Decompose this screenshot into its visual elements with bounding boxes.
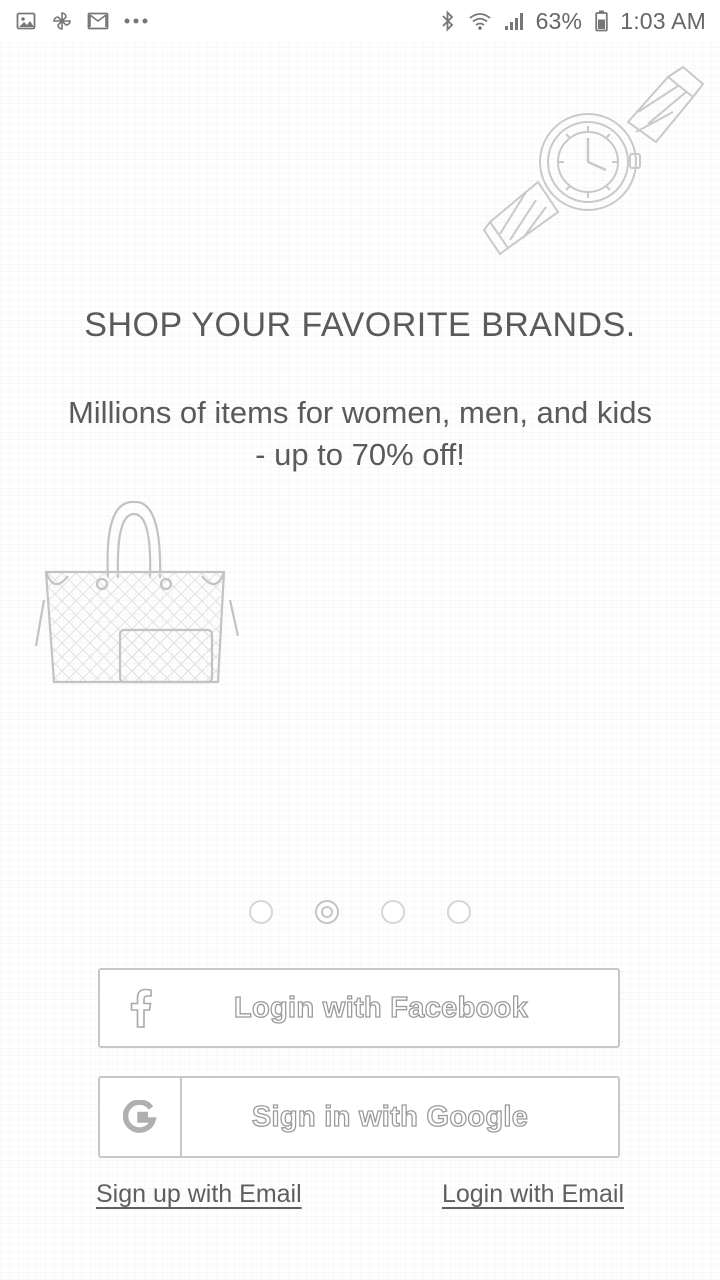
wifi-icon <box>468 9 492 33</box>
more-dots-icon <box>122 9 150 33</box>
pinwheel-icon <box>50 9 74 33</box>
email-links: Sign up with Email Login with Email <box>96 1180 624 1209</box>
headline: SHOP YOUR FAVORITE BRANDS. <box>84 306 636 344</box>
google-icon <box>100 1078 182 1156</box>
mail-icon <box>86 9 110 33</box>
onboarding-screen: 63% 1:03 AM SHOP YOUR FAVORITE BRANDS. M… <box>0 0 720 1280</box>
signal-icon <box>504 9 524 33</box>
handbag-illustration <box>34 496 246 692</box>
bluetooth-icon <box>440 9 456 33</box>
status-left <box>14 9 150 33</box>
page-dot-3[interactable] <box>381 900 405 924</box>
status-bar: 63% 1:03 AM <box>0 0 720 42</box>
facebook-icon <box>100 970 182 1046</box>
facebook-button-label: Login with Facebook <box>233 991 529 1024</box>
sign-in-with-google-button[interactable]: Sign in with Google <box>98 1076 620 1158</box>
sign-up-with-email-link[interactable]: Sign up with Email <box>96 1180 302 1209</box>
page-dot-4[interactable] <box>447 900 471 924</box>
status-right: 63% 1:03 AM <box>440 8 706 35</box>
google-button-label: Sign in with Google <box>251 1100 529 1133</box>
login-with-facebook-button[interactable]: Login with Facebook <box>98 968 620 1048</box>
page-indicator <box>0 900 720 924</box>
clock: 1:03 AM <box>620 7 706 34</box>
battery-percent: 63% <box>535 7 583 34</box>
page-dot-1[interactable] <box>249 900 273 924</box>
subtitle: Millions of items for women, men, and ki… <box>67 395 653 472</box>
page-dot-2-active[interactable] <box>315 900 339 924</box>
login-with-email-link[interactable]: Login with Email <box>442 1180 624 1209</box>
watch-illustration <box>478 62 710 258</box>
image-icon <box>14 9 38 33</box>
battery-icon <box>594 9 608 33</box>
